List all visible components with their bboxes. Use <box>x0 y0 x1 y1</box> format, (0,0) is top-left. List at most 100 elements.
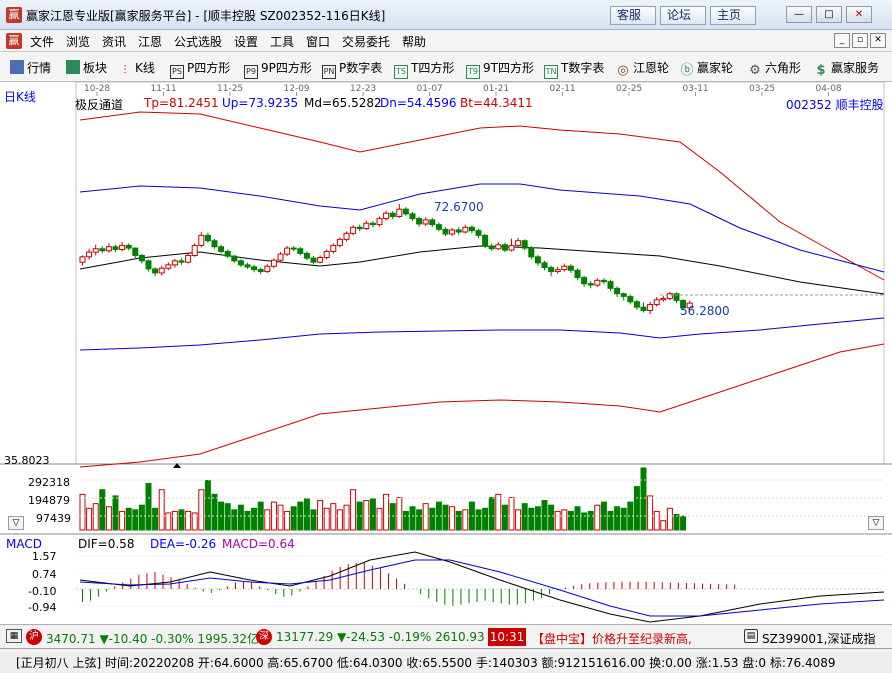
menu-info[interactable]: 资讯 <box>102 33 126 50</box>
menu-tools[interactable]: 工具 <box>270 33 294 50</box>
bt-channel-line <box>79 343 885 468</box>
candle-body <box>501 244 508 251</box>
volume-bar <box>138 504 145 531</box>
forum-button[interactable]: 论坛 <box>660 6 706 25</box>
volume-bar <box>112 495 119 531</box>
volume-bar <box>350 489 357 531</box>
candle-body <box>455 229 462 233</box>
volume-bar <box>541 500 548 531</box>
tool-gann-wheel-label: 江恩轮 <box>633 61 670 75</box>
p-table-icon: PN <box>322 65 336 79</box>
menu-browse[interactable]: 浏览 <box>66 33 90 50</box>
menu-gann[interactable]: 江恩 <box>138 33 162 50</box>
tool-gann-wheel[interactable]: ◎ 江恩轮 <box>616 59 669 79</box>
volume-bar <box>647 495 654 531</box>
child-minimize-button[interactable]: _ <box>834 33 850 48</box>
child-restore-button[interactable]: ▫ <box>852 33 868 48</box>
home-button[interactable]: 主页 <box>710 6 756 25</box>
candle-body <box>633 301 640 308</box>
volume-bar <box>462 509 469 531</box>
volume-scroll-button-right[interactable]: ▽ <box>868 516 884 530</box>
grid-icon[interactable]: ▦ <box>6 629 22 643</box>
candle-body <box>237 260 244 266</box>
tp-channel-line <box>79 111 885 281</box>
menu-help[interactable]: 帮助 <box>402 33 426 50</box>
tool-t-table-label: T数字表 <box>561 61 605 75</box>
volume-bar <box>422 503 429 531</box>
volume-scroll-button[interactable]: ▽ <box>8 516 24 530</box>
indicator-name: 极反通道 <box>75 98 124 112</box>
volume-max-label: 35.8023 <box>4 454 50 467</box>
candle-body <box>350 226 357 234</box>
indicator-up: Up=73.9235 <box>222 96 299 110</box>
candlesticks[interactable] <box>79 204 693 314</box>
tool-quotes[interactable]: 行情 <box>10 59 51 76</box>
tool-hexagon[interactable]: ⚙ 六角形 <box>748 59 801 79</box>
volume-bar <box>79 493 86 531</box>
candle-body <box>402 208 409 215</box>
candle-body <box>640 306 647 312</box>
volume-bar <box>211 493 218 531</box>
chart-area[interactable]: 10-28 11-11 11-25 12-09 12-23 01-07 01-21 02-11… <box>0 82 892 624</box>
service-icon: $ <box>816 63 826 78</box>
maximize-button[interactable]: □ <box>816 6 842 23</box>
tool-9p-square[interactable]: P9 9P四方形 <box>244 59 312 79</box>
candle-body <box>389 212 396 218</box>
volume-bar <box>640 467 647 531</box>
volume-bar <box>614 506 621 531</box>
menu-file[interactable]: 文件 <box>30 33 54 50</box>
minimize-button[interactable]: — <box>786 6 812 23</box>
tool-sectors[interactable]: 板块 <box>66 59 107 76</box>
candle-body <box>468 226 475 232</box>
macd-axis-2: 0.74 <box>32 568 57 581</box>
candle-body <box>416 218 423 225</box>
volume-bar <box>561 509 568 531</box>
candle-body <box>231 255 238 262</box>
tool-t-square[interactable]: TS T四方形 <box>394 59 454 79</box>
sh-index-ticker[interactable]: 3470.71 ▼-10.40 -0.30% 1995.32亿 <box>46 630 259 647</box>
volume-bars <box>76 463 884 531</box>
menu-trade[interactable]: 交易委托 <box>342 33 390 50</box>
sz-index-ticker[interactable]: 13177.29 ▼-24.53 -0.19% 2610.93 <box>276 630 485 644</box>
candle-body <box>482 234 489 247</box>
candle-body <box>251 266 258 271</box>
tool-t-table[interactable]: TN T数字表 <box>544 59 604 79</box>
candle-body <box>257 269 264 273</box>
volume-bar <box>369 498 376 531</box>
candle-body <box>581 277 588 285</box>
candle-body <box>567 265 574 271</box>
candle-body <box>138 254 145 262</box>
candle-body <box>158 267 165 274</box>
window-title: 赢家江恩专业版[赢家服务平台] - [顺丰控股 SZ002352-116日K线] <box>26 9 386 23</box>
sh-badge-icon: 沪 <box>26 629 42 645</box>
tool-9t-square[interactable]: T9 9T四方形 <box>466 59 534 79</box>
tool-p-square[interactable]: PS P四方形 <box>170 59 230 79</box>
candle-body <box>317 256 324 263</box>
macd-dea: DEA=-0.26 <box>150 537 217 551</box>
tool-winner-wheel[interactable]: ⓑ 赢家轮 <box>680 59 733 79</box>
candle-body <box>521 240 528 249</box>
macd-name: MACD <box>6 537 42 551</box>
tool-winner-service[interactable]: $ 赢家服务 <box>814 59 879 79</box>
news-ticker[interactable]: 【盘中宝】价格升至纪录新高, <box>532 630 738 647</box>
menu-settings[interactable]: 设置 <box>234 33 258 50</box>
tool-p-table[interactable]: PN P数字表 <box>322 59 382 79</box>
close-button[interactable]: ✕ <box>846 6 872 23</box>
volume-bar <box>303 498 310 531</box>
menu-window[interactable]: 窗口 <box>306 33 330 50</box>
menu-formula[interactable]: 公式选股 <box>174 33 222 50</box>
candle-body <box>515 240 522 246</box>
tool-kline[interactable]: ⫶ K线 <box>118 59 154 78</box>
index-code[interactable]: SZ399001,深证成指 <box>762 630 875 647</box>
volume-bar <box>363 500 370 531</box>
volume-bar <box>594 504 601 531</box>
volume-bar <box>515 509 522 531</box>
candle-body <box>429 219 436 226</box>
candle-body <box>152 268 159 274</box>
volume-bar <box>633 486 640 531</box>
customer-service-button[interactable]: 客服 <box>610 6 656 25</box>
child-close-button[interactable]: ✕ <box>870 33 886 48</box>
hexagon-icon: ⚙ <box>749 63 761 78</box>
candle-body <box>647 303 654 312</box>
candle-body <box>508 244 515 251</box>
